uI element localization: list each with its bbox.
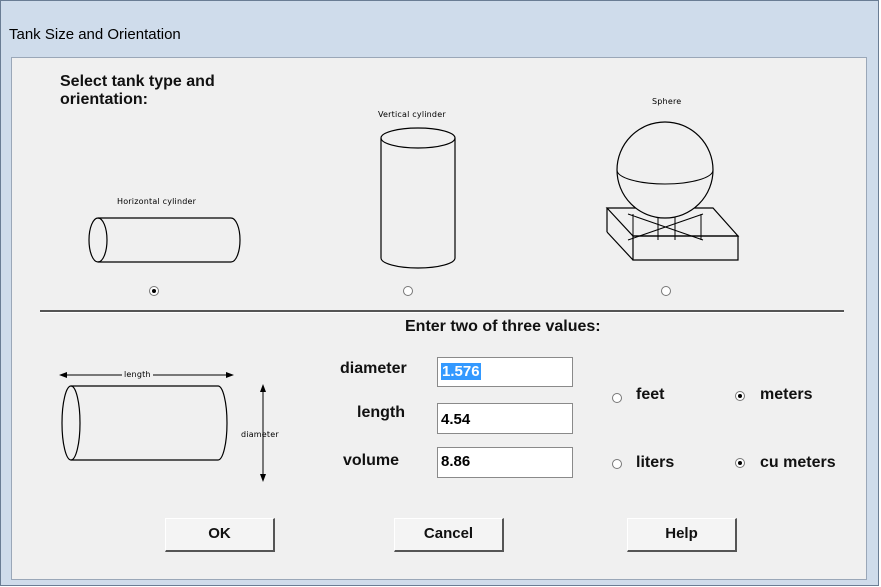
sphere-radio[interactable] bbox=[661, 286, 671, 296]
horizontal-cylinder-label: Horizontal cylinder bbox=[117, 197, 197, 206]
window-title: Tank Size and Orientation bbox=[9, 26, 181, 43]
cu-meters-label[interactable]: cu meters bbox=[760, 454, 836, 472]
feet-radio[interactable] bbox=[612, 393, 622, 403]
help-button[interactable]: Help bbox=[627, 518, 737, 552]
length-label: length bbox=[357, 404, 405, 421]
cancel-button[interactable]: Cancel bbox=[394, 518, 504, 552]
diameter-value: 1.576 bbox=[441, 363, 481, 380]
sphere-image[interactable] bbox=[603, 108, 743, 273]
liters-label[interactable]: liters bbox=[636, 454, 674, 472]
horizontal-cylinder-radio[interactable] bbox=[149, 286, 159, 296]
liters-radio[interactable] bbox=[612, 459, 622, 469]
meters-label[interactable]: meters bbox=[760, 386, 812, 404]
values-heading: Enter two of three values: bbox=[405, 318, 601, 335]
feet-label[interactable]: feet bbox=[636, 386, 664, 404]
ok-button[interactable]: OK bbox=[165, 518, 275, 552]
diameter-label: diameter bbox=[340, 360, 407, 377]
meters-radio[interactable] bbox=[735, 391, 745, 401]
length-input[interactable]: 4.54 bbox=[437, 403, 573, 434]
horizontal-cylinder-image[interactable] bbox=[85, 210, 245, 274]
section-divider bbox=[40, 310, 844, 313]
dimension-diagram bbox=[59, 372, 266, 482]
diameter-input[interactable]: 1.576 bbox=[437, 357, 573, 387]
vertical-cylinder-image[interactable] bbox=[378, 124, 462, 274]
volume-input[interactable]: 8.86 bbox=[437, 447, 573, 478]
cu-meters-radio[interactable] bbox=[735, 458, 745, 468]
diagram-diameter-label: diameter bbox=[241, 430, 279, 439]
tank-type-heading-line2: orientation: bbox=[60, 91, 148, 108]
vertical-cylinder-radio[interactable] bbox=[403, 286, 413, 296]
vertical-cylinder-label: Vertical cylinder bbox=[378, 110, 446, 119]
diagram-length-label: length bbox=[122, 370, 153, 379]
sphere-label: Sphere bbox=[652, 97, 682, 106]
volume-label: volume bbox=[343, 452, 400, 469]
tank-type-heading-line1: Select tank type and bbox=[60, 73, 215, 90]
tank-type-heading: Select tank type and orientation: bbox=[60, 73, 215, 109]
